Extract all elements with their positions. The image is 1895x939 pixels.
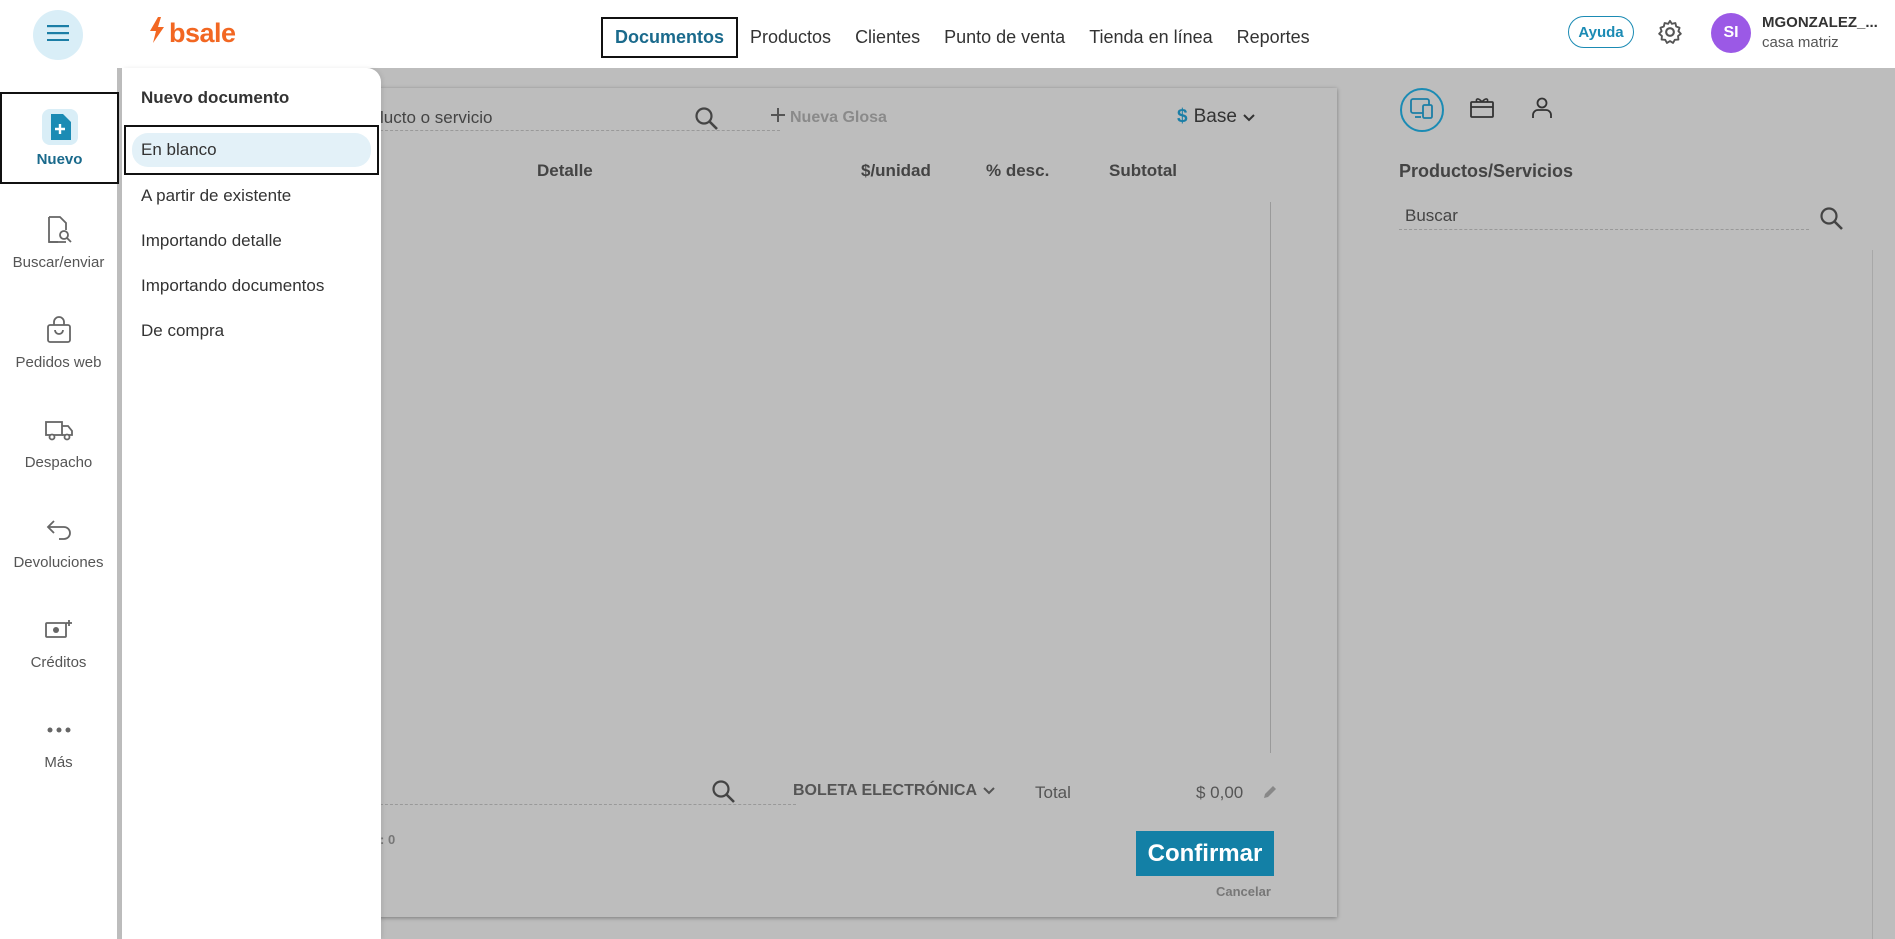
sidebar-item-label: Más [44, 754, 73, 771]
hamburger-icon [47, 24, 69, 46]
price-list-selector[interactable]: $ Base [1177, 106, 1255, 128]
product-search-underline [380, 130, 780, 131]
scrollbar-track[interactable] [1270, 202, 1271, 753]
search-document-icon [41, 212, 77, 248]
search-icon[interactable] [1819, 206, 1845, 237]
menu-item-label: En blanco [132, 133, 371, 167]
column-header-discount: % desc. [986, 161, 1050, 180]
menu-item-a-partir-de-existente[interactable]: A partir de existente [141, 186, 291, 206]
user-icon [1531, 96, 1553, 125]
products-panel: Productos/Servicios Buscar [1358, 68, 1895, 939]
chevron-down-icon [983, 782, 995, 800]
total-value: $ 0,00 [1196, 783, 1244, 802]
sidebar-item-label: Despacho [24, 454, 93, 471]
devices-icon [1409, 96, 1435, 125]
nav-documentos[interactable]: Documentos [601, 17, 739, 58]
document-type-selector[interactable]: BOLETA ELECTRÓNICA [793, 782, 995, 800]
products-tab[interactable] [1400, 88, 1444, 132]
sidebar-item-creditos[interactable]: Créditos [0, 612, 117, 671]
new-glosa-button[interactable]: Nueva Glosa [770, 107, 887, 128]
scrollbar-track[interactable] [1872, 250, 1873, 939]
product-search-input[interactable]: lucto o servicio [380, 108, 492, 128]
menu-item-importando-documentos[interactable]: Importando documentos [141, 276, 324, 296]
search-icon[interactable] [694, 106, 720, 137]
nav-productos[interactable]: Productos [738, 19, 843, 56]
document-type-value: BOLETA ELECTRÓNICA [793, 782, 977, 799]
sidebar-item-despacho[interactable]: Despacho [0, 412, 117, 471]
new-document-icon [41, 108, 78, 145]
sidebar-item-label: Buscar/enviar [12, 254, 105, 271]
branch-name: casa matriz [1762, 34, 1839, 51]
menu-item-importando-detalle[interactable]: Importando detalle [141, 231, 282, 251]
avatar[interactable]: SI [1711, 13, 1751, 53]
sidebar: Nuevo Buscar/enviar Pedidos web Despacho… [0, 68, 119, 939]
menu-item-de-compra[interactable]: De compra [141, 321, 224, 341]
help-button[interactable]: Ayuda [1568, 16, 1634, 48]
search-icon[interactable] [711, 779, 737, 810]
truck-icon [41, 412, 77, 448]
plus-icon [770, 107, 786, 128]
shopping-bag-icon [41, 312, 77, 348]
nav-punto-de-venta[interactable]: Punto de venta [932, 19, 1077, 56]
price-list-value: Base [1193, 106, 1237, 127]
user-info[interactable]: MGONZALEZ_... casa matriz [1762, 14, 1878, 51]
items-count: : 0 [380, 832, 396, 847]
column-header-unit-price: $/unidad [861, 161, 931, 180]
gift-tab[interactable] [1460, 88, 1504, 132]
column-header-detalle: Detalle [537, 161, 593, 180]
new-glosa-label: Nueva Glosa [790, 108, 887, 126]
products-search-underline [1399, 229, 1809, 230]
menu-toggle-button[interactable] [33, 10, 83, 60]
return-arrow-icon [41, 512, 77, 548]
sidebar-item-nuevo[interactable]: Nuevo [0, 92, 119, 184]
gift-card-icon [1469, 96, 1495, 125]
sidebar-item-pedidos-web[interactable]: Pedidos web [0, 312, 117, 371]
logo-text: bsale [169, 18, 236, 48]
new-document-menu: Nuevo documento En blanco A partir de ex… [122, 68, 381, 939]
bolt-logo-icon [148, 17, 166, 50]
products-panel-title: Productos/Servicios [1399, 161, 1574, 181]
top-bar: bsale Documentos Productos Clientes Punt… [0, 0, 1895, 68]
sidebar-item-buscar-enviar[interactable]: Buscar/enviar [0, 212, 117, 271]
menu-item-en-blanco[interactable]: En blanco [124, 125, 379, 175]
total-label: Total [1035, 783, 1071, 802]
sidebar-item-label: Nuevo [36, 150, 83, 168]
cash-plus-icon [41, 612, 77, 648]
chevron-down-icon [1243, 106, 1255, 128]
confirm-button[interactable]: Confirmar [1136, 831, 1274, 876]
bsale-logo[interactable]: bsale [148, 17, 236, 50]
sidebar-item-label: Pedidos web [15, 354, 102, 371]
column-header-subtotal: Subtotal [1109, 161, 1177, 180]
more-dots-icon [41, 712, 77, 748]
cancel-link[interactable]: Cancelar [1216, 884, 1271, 899]
main-nav: Documentos Productos Clientes Punto de v… [601, 17, 1322, 58]
nav-reportes[interactable]: Reportes [1225, 19, 1322, 56]
nav-tienda-en-linea[interactable]: Tienda en línea [1077, 19, 1224, 56]
currency-symbol: $ [1177, 106, 1188, 127]
pencil-icon[interactable] [1262, 784, 1278, 805]
user-name: MGONZALEZ_... [1762, 14, 1878, 31]
nav-clientes[interactable]: Clientes [843, 19, 932, 56]
sidebar-item-devoluciones[interactable]: Devoluciones [0, 512, 117, 571]
gear-icon[interactable] [1656, 18, 1684, 51]
client-tab[interactable] [1520, 88, 1564, 132]
menu-heading: Nuevo documento [141, 88, 290, 107]
sidebar-item-mas[interactable]: Más [0, 712, 117, 771]
document-editor: lucto o servicio Nueva Glosa $ Base Deta… [290, 88, 1337, 917]
sidebar-item-label: Devoluciones [13, 554, 104, 571]
products-search-input[interactable]: Buscar [1405, 206, 1458, 226]
sidebar-item-label: Créditos [30, 654, 87, 671]
